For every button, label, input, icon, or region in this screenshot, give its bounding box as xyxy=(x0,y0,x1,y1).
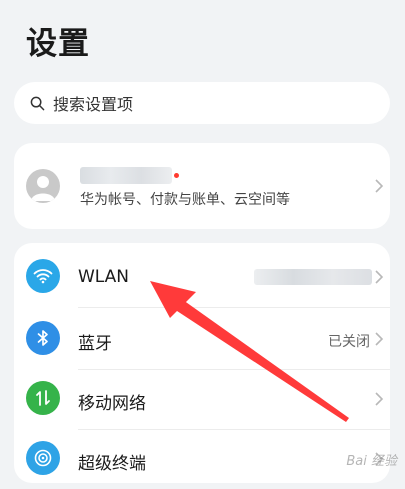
notification-dot xyxy=(174,173,179,178)
settings-item-super-device[interactable]: 超级终端 xyxy=(14,427,390,489)
chevron-right-icon xyxy=(375,392,384,406)
settings-item-label: 移动网络 xyxy=(78,394,146,414)
chevron-right-icon xyxy=(375,179,384,193)
wifi-icon xyxy=(26,259,60,293)
settings-item-label: 蓝牙 xyxy=(78,334,112,354)
account-card[interactable]: 华为帐号、付款与账单、云空间等 xyxy=(14,143,390,229)
search-placeholder: 搜索设置项 xyxy=(53,95,134,114)
settings-item-bluetooth[interactable]: 蓝牙 已关闭 xyxy=(14,307,390,369)
mobile-data-icon xyxy=(26,381,60,415)
settings-item-label: 超级终端 xyxy=(78,454,146,474)
bluetooth-icon xyxy=(26,321,60,355)
page-title: 设置 xyxy=(26,26,90,62)
settings-item-wlan[interactable]: WLAN xyxy=(14,245,390,307)
chevron-right-icon xyxy=(375,270,384,284)
watermark: Bai 经验 xyxy=(346,454,397,469)
search-icon xyxy=(30,96,45,110)
avatar xyxy=(26,169,60,203)
account-name-redacted xyxy=(80,167,172,184)
settings-list: WLAN 蓝牙 已关闭 移动网络 超级终端 xyxy=(14,243,390,483)
search-input[interactable]: 搜索设置项 xyxy=(14,82,390,124)
wifi-network-name-redacted xyxy=(254,269,372,285)
account-subtitle: 华为帐号、付款与账单、云空间等 xyxy=(80,192,290,208)
chevron-right-icon xyxy=(375,332,384,346)
bluetooth-status: 已关闭 xyxy=(328,334,370,350)
user-avatar-icon xyxy=(31,176,55,201)
settings-item-label: WLAN xyxy=(78,267,130,287)
super-device-icon xyxy=(26,441,60,475)
settings-item-mobile-network[interactable]: 移动网络 xyxy=(14,367,390,429)
